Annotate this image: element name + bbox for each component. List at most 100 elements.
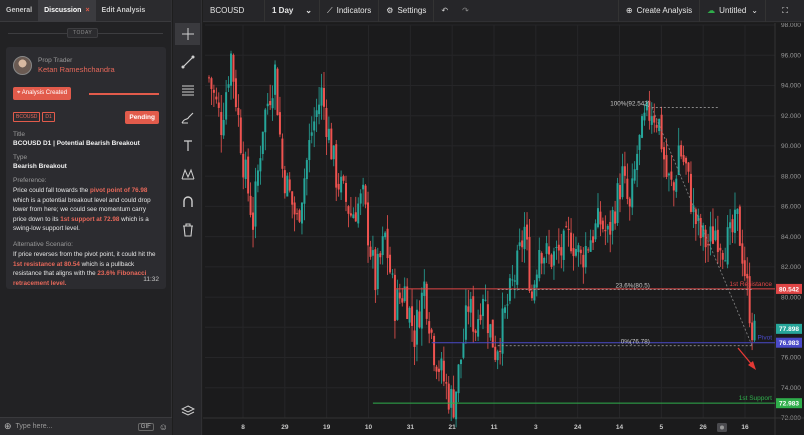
candle-body bbox=[244, 159, 247, 180]
price-chart[interactable]: 72.00074.00076.00078.00080.00082.00084.0… bbox=[203, 23, 804, 435]
candle-body bbox=[342, 176, 345, 181]
candle-body bbox=[420, 292, 423, 329]
magnet-icon[interactable] bbox=[175, 191, 200, 213]
candle-body bbox=[288, 179, 291, 191]
timeframe-tag: D1 bbox=[42, 112, 55, 122]
chevron-down-icon: ⌄ bbox=[751, 6, 758, 15]
pattern-icon[interactable] bbox=[175, 163, 200, 185]
tab-discussion[interactable]: Discussion × bbox=[38, 0, 96, 22]
candle-body bbox=[362, 184, 365, 190]
candle-body bbox=[711, 226, 714, 244]
x-tick-label: 26 bbox=[700, 424, 708, 431]
settings-button[interactable]: ⚙ Settings bbox=[379, 0, 435, 22]
candle-body bbox=[528, 236, 531, 291]
create-analysis-label: Create Analysis bbox=[636, 6, 693, 15]
symbol-search[interactable]: BCOUSD bbox=[203, 0, 265, 22]
y-tick-label: 96.000 bbox=[781, 52, 801, 59]
create-analysis-button[interactable]: ⊕ Create Analysis bbox=[617, 0, 701, 22]
emoji-icon[interactable]: ☺ bbox=[159, 422, 168, 432]
candle-body bbox=[217, 102, 220, 108]
chart-canvas[interactable]: 72.00074.00076.00078.00080.00082.00084.0… bbox=[203, 23, 804, 435]
tab-discussion-label: Discussion bbox=[44, 6, 82, 14]
candle-body bbox=[574, 248, 577, 256]
tab-edit-analysis[interactable]: Edit Analysis bbox=[96, 0, 152, 22]
brush-icon[interactable] bbox=[175, 107, 200, 129]
candle-body bbox=[386, 228, 389, 259]
candle-body bbox=[291, 191, 294, 205]
message-input[interactable]: Type here... bbox=[16, 423, 138, 430]
pending-button[interactable]: Pending bbox=[125, 110, 159, 124]
add-attachment-icon[interactable]: ⊕ bbox=[4, 421, 12, 432]
fib-lines-icon[interactable] bbox=[175, 79, 200, 101]
cloud-icon: ☁ bbox=[707, 6, 716, 15]
fib-level-label: 23.6%(80.5) bbox=[615, 283, 649, 290]
trend-line-icon[interactable] bbox=[175, 51, 200, 73]
candle-body bbox=[604, 229, 607, 232]
discussion-panel: General Discussion × Edit Analysis TODAY … bbox=[0, 0, 172, 435]
close-icon[interactable]: × bbox=[85, 7, 89, 14]
y-tick-label: 90.000 bbox=[781, 143, 801, 150]
fullscreen-icon[interactable]: ⛶ bbox=[766, 0, 804, 22]
undo-icon[interactable]: ↶ bbox=[434, 0, 455, 22]
author-name[interactable]: Ketan Rameshchandra bbox=[38, 65, 115, 74]
candle-body bbox=[308, 140, 311, 161]
pivot-highlight: pivot point of 76.98 bbox=[90, 187, 148, 194]
title-label: Title bbox=[13, 131, 26, 138]
redo-icon[interactable]: ↷ bbox=[455, 0, 476, 22]
candle-body bbox=[494, 346, 497, 360]
tab-general[interactable]: General bbox=[0, 0, 38, 22]
candle-body bbox=[227, 84, 230, 88]
text-icon[interactable] bbox=[175, 135, 200, 157]
layers-icon[interactable] bbox=[175, 400, 200, 422]
indicators-button[interactable]: ⟋ Indicators bbox=[320, 0, 380, 22]
gif-button[interactable]: GIF bbox=[137, 422, 154, 431]
analysis-type: Bearish Breakout bbox=[13, 163, 67, 170]
candle-body bbox=[215, 96, 218, 100]
candle-body bbox=[381, 236, 384, 256]
candle-body bbox=[457, 364, 460, 394]
candle-body bbox=[680, 145, 683, 157]
candle-body bbox=[464, 305, 467, 340]
candle-body bbox=[354, 212, 357, 222]
candle-body bbox=[371, 250, 374, 256]
level-name: 1st Support bbox=[739, 395, 772, 402]
candle-body bbox=[293, 202, 296, 215]
interval-label: 1 Day bbox=[272, 6, 294, 15]
candle-body bbox=[278, 112, 281, 135]
candle-body bbox=[601, 220, 604, 230]
candle-body bbox=[670, 171, 673, 180]
candle-body bbox=[609, 221, 612, 235]
candle-body bbox=[736, 208, 739, 214]
candle-body bbox=[482, 298, 484, 317]
candle-body bbox=[526, 224, 529, 240]
candle-body bbox=[442, 360, 445, 382]
candle-body bbox=[266, 103, 269, 107]
candle-body bbox=[376, 253, 379, 290]
date-divider: TODAY bbox=[0, 22, 171, 44]
layout-select[interactable]: ☁ Untitled ⌄ bbox=[700, 0, 766, 22]
trash-icon[interactable] bbox=[175, 219, 200, 241]
interval-select[interactable]: 1 Day ⌄ bbox=[265, 0, 320, 22]
candle-body bbox=[577, 245, 580, 253]
candle-body bbox=[667, 173, 670, 176]
resistance-highlight: 1st resistance at 80.54 bbox=[13, 260, 80, 268]
candle-body bbox=[523, 226, 526, 250]
avatar[interactable] bbox=[13, 55, 32, 75]
x-tick-label: 29 bbox=[281, 424, 289, 431]
candle-body bbox=[552, 251, 555, 266]
candle-body bbox=[729, 222, 732, 229]
candle-body bbox=[230, 53, 233, 86]
candle-body bbox=[286, 175, 289, 197]
candle-body bbox=[242, 153, 245, 178]
crosshair-icon[interactable] bbox=[175, 23, 200, 45]
candle-body bbox=[396, 289, 399, 320]
candle-body bbox=[733, 209, 736, 233]
candle-body bbox=[707, 244, 710, 246]
candle-body bbox=[445, 382, 448, 384]
candle-body bbox=[714, 230, 717, 240]
candle-body bbox=[623, 166, 626, 176]
symbol-row: BCOUSD D1 Pending bbox=[13, 110, 159, 124]
candle-body bbox=[212, 89, 215, 93]
x-tick-label: 8 bbox=[241, 424, 245, 431]
preference-text: Price could fall towards the pivot point… bbox=[13, 186, 159, 234]
